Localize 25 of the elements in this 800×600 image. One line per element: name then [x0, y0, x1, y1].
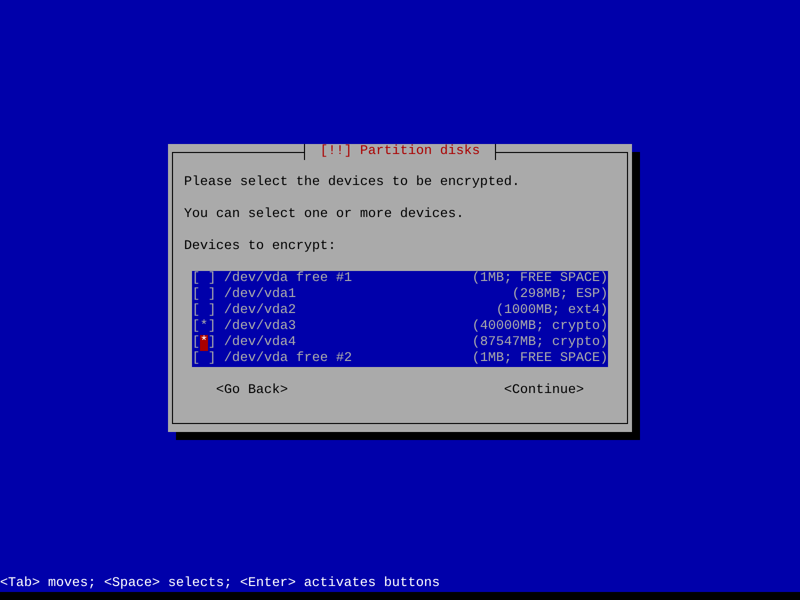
device-info: (1000MB; ext4) — [496, 303, 608, 319]
device-info: (1MB; FREE SPACE) — [472, 351, 608, 367]
checkbox[interactable]: [*] — [192, 335, 216, 351]
dialog-button[interactable]: <Continue> — [504, 383, 584, 399]
device-name[interactable]: /dev/vda4 — [224, 335, 296, 351]
checkbox[interactable]: [ ] — [192, 271, 216, 287]
checkbox[interactable]: [*] — [192, 319, 216, 335]
checkbox[interactable]: [ ] — [192, 287, 216, 303]
dialog-button[interactable]: <Go Back> — [216, 383, 288, 399]
dialog-text: You can select one or more devices. — [184, 207, 465, 223]
device-name[interactable]: /dev/vda1 — [224, 287, 296, 303]
status-bar: <Tab> moves; <Space> selects; <Enter> activates buttons — [0, 576, 800, 592]
device-name[interactable]: /dev/vda3 — [224, 319, 296, 335]
device-name[interactable]: /dev/vda free #2 — [224, 351, 352, 367]
device-info: (298MB; ESP) — [512, 287, 608, 303]
dialog-text: Please select the devices to be encrypted. — [184, 175, 521, 191]
device-info: (40000MB; crypto) — [472, 319, 608, 335]
dialog-title: [!!] Partition disks — [304, 144, 496, 160]
device-name[interactable]: /dev/vda2 — [224, 303, 296, 319]
dialog-text: Devices to encrypt: — [184, 239, 337, 255]
device-info: (87547MB; crypto) — [472, 335, 608, 351]
checkbox[interactable]: [ ] — [192, 303, 216, 319]
checkbox[interactable]: [ ] — [192, 351, 216, 367]
device-name[interactable]: /dev/vda free #1 — [224, 271, 352, 287]
device-info: (1MB; FREE SPACE) — [472, 271, 608, 287]
